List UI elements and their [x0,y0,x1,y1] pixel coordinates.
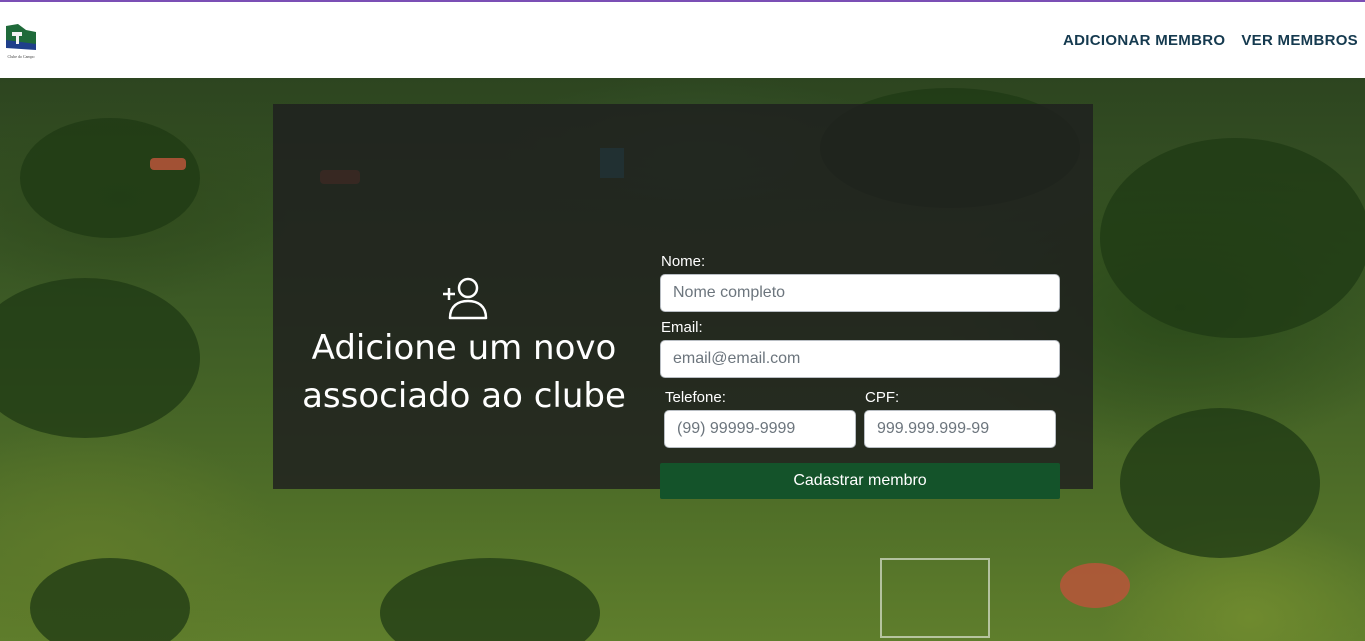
nav-add-member-link[interactable]: ADICIONAR MEMBRO [1063,32,1225,49]
logo-caption: Clube do Campo [7,54,34,59]
cpf-input[interactable] [864,410,1056,448]
tree-cluster [380,558,600,641]
tree-cluster [20,118,200,238]
navbar: Clube do Campo ADICIONAR MEMBRO VER MEMB… [0,2,1365,78]
club-logo[interactable]: Clube do Campo [4,22,38,60]
nav-links: ADICIONAR MEMBRO VER MEMBROS [1063,32,1358,49]
email-input[interactable] [660,340,1060,378]
name-input[interactable] [660,274,1060,312]
name-label: Nome: [661,253,706,270]
phone-input[interactable] [664,410,856,448]
tree-cluster [1100,138,1365,338]
person-add-icon [443,277,488,320]
register-member-button[interactable]: Cadastrar membro [660,463,1060,499]
tree-cluster [0,278,200,438]
sports-field [880,558,990,638]
tree-cluster [30,558,190,641]
tree-cluster [1120,408,1320,558]
cpf-label: CPF: [865,389,900,406]
roof [1060,563,1130,608]
page-title: Adicione um novo associado ao clube [302,328,626,416]
roof [150,158,186,170]
nav-view-members-link[interactable]: VER MEMBROS [1241,32,1358,49]
email-label: Email: [661,319,703,336]
phone-label: Telefone: [665,389,726,406]
